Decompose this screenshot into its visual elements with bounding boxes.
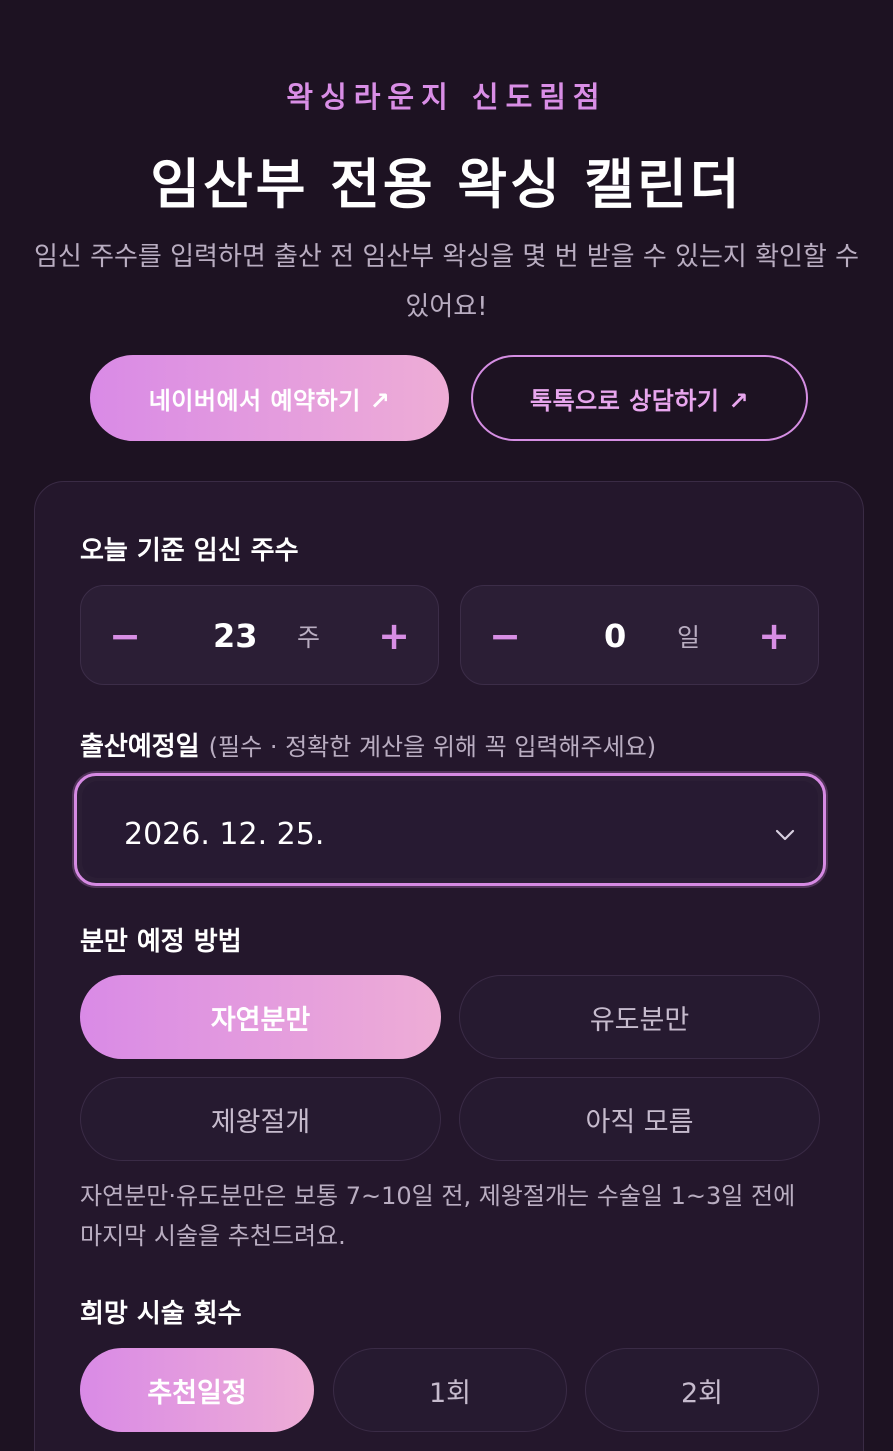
days-stepper: − 0 일 + <box>460 585 819 685</box>
delivery-note: 자연분만·유도분만은 보통 7~10일 전, 제왕절개는 수술일 1~3일 전에… <box>80 1182 796 1250</box>
delivery-method-label: 분만 예정 방법 <box>80 927 242 957</box>
pregnancy-weeks-label: 오늘 기준 임신 주수 <box>80 536 299 566</box>
weeks-decrement-button[interactable]: − <box>85 586 165 686</box>
due-date-label-text: 출산예정일 <box>80 732 200 762</box>
due-date-value: 2026. 12. 25. <box>124 817 325 852</box>
chevron-down-icon[interactable] <box>770 781 800 888</box>
delivery-option-natural[interactable]: 자연분만 <box>80 975 441 1059</box>
weeks-value[interactable]: 23 <box>213 586 258 686</box>
sessions-label: 희망 시술 횟수 <box>80 1299 242 1329</box>
weeks-stepper: − 23 주 + <box>80 585 439 685</box>
days-increment-button[interactable]: + <box>734 586 814 686</box>
sessions-option-one[interactable]: 1회 <box>333 1348 567 1432</box>
delivery-option-unknown[interactable]: 아직 모름 <box>459 1077 820 1161</box>
page: 왁싱라운지 신도림점 임산부 전용 왁싱 캘린더 임신 주수를 입력하면 출산 … <box>0 0 893 1451</box>
talktalk-consult-button[interactable]: 톡톡으로 상담하기 ↗ <box>471 355 808 441</box>
due-date-hint: (필수 · 정확한 계산을 위해 꼭 입력해주세요) <box>208 733 657 761</box>
naver-booking-button[interactable]: 네이버에서 예약하기 ↗ <box>90 355 449 441</box>
days-value[interactable]: 0 <box>604 586 626 686</box>
days-decrement-button[interactable]: − <box>465 586 545 686</box>
delivery-option-cesarean[interactable]: 제왕절개 <box>80 1077 441 1161</box>
days-unit: 일 <box>677 623 701 652</box>
weeks-increment-button[interactable]: + <box>354 586 434 686</box>
sessions-option-recommended[interactable]: 추천일정 <box>80 1348 314 1432</box>
page-description: 임신 주수를 입력하면 출산 전 임산부 왁싱을 몇 번 받을 수 있는지 확인… <box>33 242 860 322</box>
brand-name: 왁싱라운지 신도림점 <box>286 80 607 114</box>
delivery-option-induced[interactable]: 유도분만 <box>459 975 820 1059</box>
due-date-input-inner: 2026. 12. 25. <box>82 781 818 878</box>
weeks-unit: 주 <box>297 623 321 652</box>
due-date-label: 출산예정일 (필수 · 정확한 계산을 위해 꼭 입력해주세요) <box>80 726 656 763</box>
due-date-input[interactable]: 2026. 12. 25. <box>74 773 826 886</box>
sessions-option-two[interactable]: 2회 <box>585 1348 819 1432</box>
page-title: 임산부 전용 왁싱 캘린더 <box>150 152 743 216</box>
